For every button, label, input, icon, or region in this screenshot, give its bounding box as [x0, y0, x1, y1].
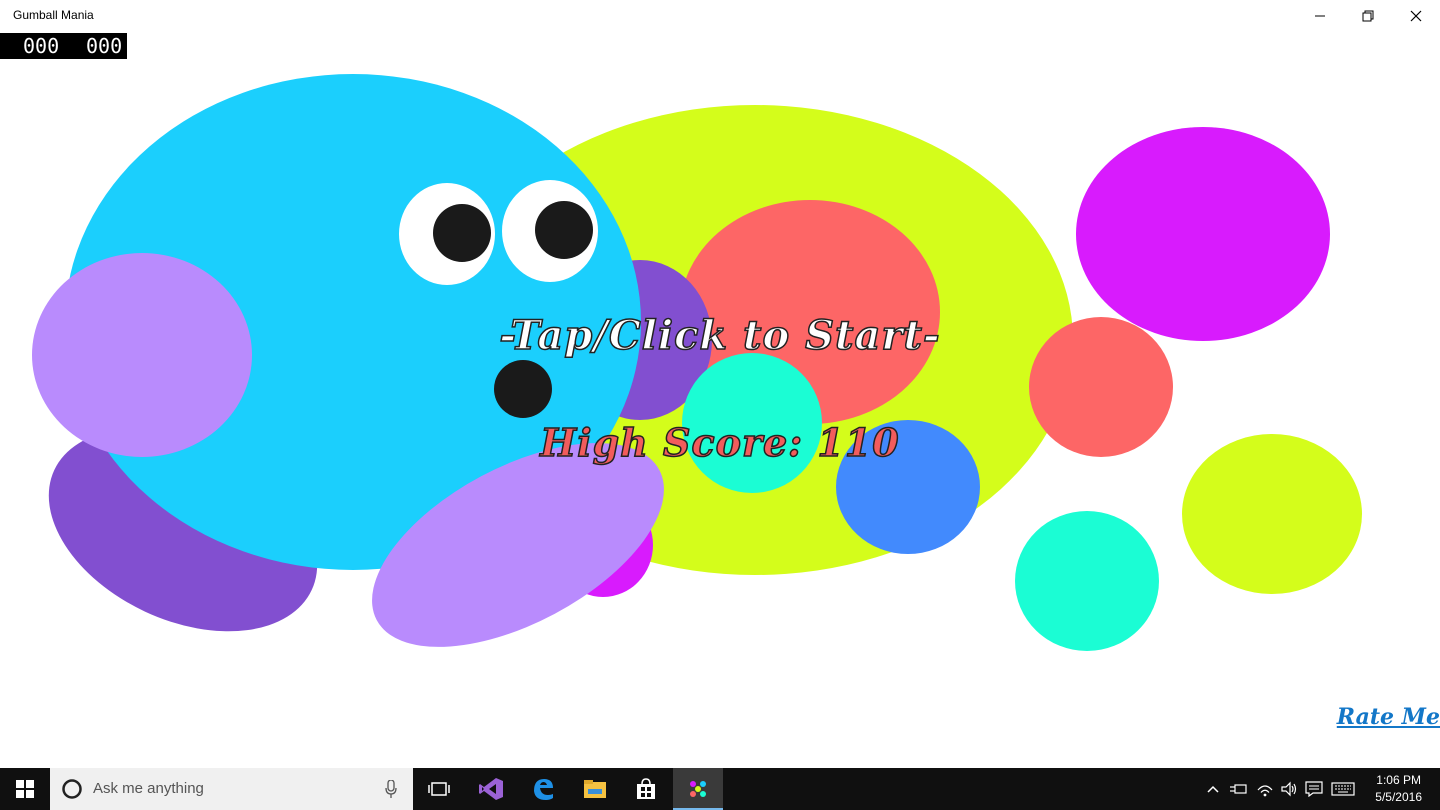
system-clock[interactable]: 1:06 PM 5/5/2016	[1375, 772, 1422, 806]
close-button[interactable]	[1392, 0, 1440, 32]
rate-me-link[interactable]: Rate Me	[1337, 704, 1440, 730]
score-display: 000 000	[0, 33, 127, 59]
action-center-button[interactable]	[1302, 768, 1326, 810]
close-icon	[1410, 10, 1422, 22]
teal-gumball	[1015, 511, 1159, 651]
start-prompt[interactable]: -Tap/Click to Start-	[0, 311, 1440, 360]
task-view-button[interactable]	[414, 768, 464, 810]
taskbar-edge[interactable]	[518, 768, 568, 810]
cortana-search-box[interactable]: Ask me anything	[50, 768, 413, 810]
restore-button[interactable]	[1344, 0, 1392, 32]
app-title: Gumball Mania	[13, 8, 94, 22]
power-tray-button[interactable]	[1227, 768, 1249, 810]
high-score-label: High Score: 110	[540, 419, 900, 466]
taskbar-file-explorer[interactable]	[570, 768, 620, 810]
edge-browser-icon	[534, 779, 553, 800]
clock-date: 5/5/2016	[1375, 790, 1422, 804]
chevron-up-icon	[1207, 785, 1219, 793]
gumball-app-icon	[690, 781, 706, 797]
minimize-button[interactable]	[1296, 0, 1344, 32]
speaker-icon	[1281, 781, 1297, 797]
score-right: 000	[86, 34, 123, 58]
touch-keyboard-button[interactable]	[1329, 768, 1357, 810]
task-view-icon	[428, 782, 450, 796]
plug-icon	[1230, 784, 1247, 794]
right-pupil	[535, 201, 593, 259]
taskbar-store[interactable]	[621, 768, 671, 810]
minimize-icon	[1315, 15, 1325, 17]
volume-tray-button[interactable]	[1278, 768, 1300, 810]
show-hidden-icons-button[interactable]	[1202, 768, 1224, 810]
keyboard-icon	[1331, 782, 1355, 796]
microphone-icon[interactable]	[385, 780, 397, 798]
game-canvas[interactable]	[0, 32, 1440, 767]
clock-time: 1:06 PM	[1376, 773, 1421, 787]
wifi-icon	[1257, 785, 1273, 797]
magenta-gumball	[1076, 127, 1330, 341]
store-bag-icon	[637, 778, 655, 799]
taskbar-gumball-mania[interactable]	[673, 768, 723, 810]
notification-icon	[1305, 781, 1323, 797]
taskbar-visual-studio[interactable]	[466, 768, 516, 810]
restore-icon	[1362, 10, 1374, 22]
search-placeholder: Ask me anything	[93, 780, 204, 797]
folder-icon	[584, 780, 606, 798]
mouth	[494, 360, 552, 418]
network-tray-button[interactable]	[1253, 768, 1277, 810]
cortana-icon	[62, 779, 82, 799]
title-bar: Gumball Mania	[0, 0, 1440, 32]
gumball-scene	[32, 74, 1362, 651]
left-pupil	[433, 204, 491, 262]
visual-studio-icon	[479, 778, 503, 800]
taskbar: Ask me anything 1:06 PM 5/5/2016	[0, 768, 1440, 810]
windows-logo-icon	[16, 780, 34, 798]
start-button[interactable]	[0, 768, 50, 810]
score-left: 000	[23, 34, 60, 58]
